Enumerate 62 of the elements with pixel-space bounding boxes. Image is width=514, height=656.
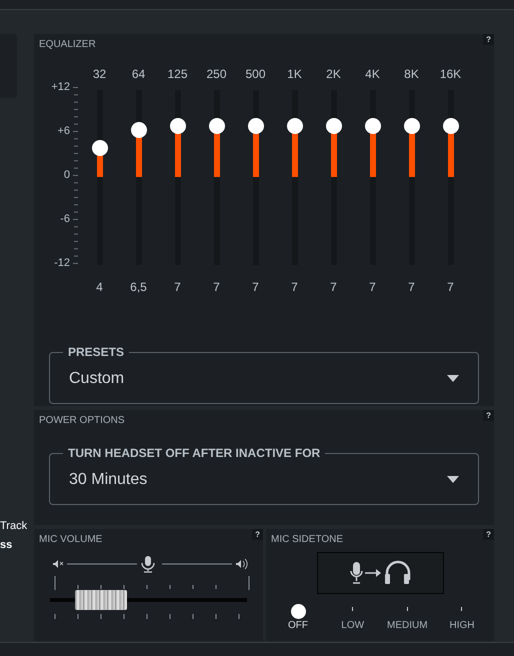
panel-title: POWER OPTIONS [39,415,125,427]
slider-thumb[interactable] [442,118,458,134]
mic-to-headphones-icon [349,560,411,586]
sidetone-tick[interactable] [461,607,462,611]
slider-thumb[interactable] [404,118,420,134]
help-button[interactable]: ? [483,410,494,421]
slider-thumb[interactable] [364,118,380,134]
band-value: 7 [252,280,259,294]
caret-icon [447,374,459,382]
band-value: 7 [291,280,298,294]
help-button[interactable]: ? [483,529,494,540]
frequency-label: 32 [92,67,106,81]
scale-label: -12 [54,257,70,269]
scale-label: -6 [60,213,70,225]
help-button[interactable]: ? [252,529,263,540]
frequency-label: 64 [132,67,146,81]
band-value: 7 [213,280,220,294]
caret-icon [447,476,459,482]
scale-label: +12 [51,81,70,93]
slider-thumb[interactable] [75,590,128,610]
slider-thumb[interactable] [326,118,342,134]
dropdown-value: Custom [69,369,124,389]
slider-thumb[interactable] [286,118,302,134]
slider-thumb[interactable] [208,118,224,134]
frequency-label: 500 [245,67,266,81]
frequency-label: 125 [167,67,188,81]
slider-thumb[interactable] [248,118,264,134]
frequency-label: 4K [365,67,380,81]
band-value: 7 [174,280,181,294]
frequency-label: 16K [440,67,462,81]
sidetone-tick[interactable] [406,607,408,611]
sidetone-thumb[interactable] [290,604,306,619]
frequency-label: 2K [326,67,341,81]
panel-title: EQUALIZER [39,39,96,51]
slider-thumb[interactable] [130,122,146,138]
sidetone-option[interactable]: LOW [341,620,364,632]
dropdown-label: TURN HEADSET OFF AFTER INACTIVE FOR [63,446,326,460]
sidebar-text: Track [0,520,28,533]
frequency-label: 8K [404,67,419,81]
dropdown-value: 30 Minutes [69,470,148,490]
band-value: 7 [330,280,337,294]
slider-thumb[interactable] [92,140,108,156]
band-value: 7 [369,280,376,294]
sidetone-option[interactable]: OFF [288,620,308,632]
volume-slider[interactable] [50,590,247,610]
sidetone-option[interactable]: HIGH [449,620,474,632]
slider-thumb[interactable] [170,118,186,134]
panel-title: MIC VOLUME [39,534,102,546]
frequency-label: 250 [206,67,227,81]
frequency-label: 1K [287,67,302,81]
scale-label: 0 [64,169,70,181]
band-value: 7 [447,280,454,294]
sidetone-option[interactable]: MEDIUM [387,620,428,632]
dropdown-label: PRESETS [63,345,130,359]
help-button[interactable]: ? [483,34,494,45]
sidebar-text: ss [0,539,14,552]
scale-label: +6 [57,125,70,137]
panel-title: MIC SIDETONE [271,534,344,546]
band-value: 6,5 [130,280,147,294]
sidetone-tick[interactable] [352,607,354,611]
band-value: 7 [408,280,415,294]
band-value: 4 [96,280,103,294]
